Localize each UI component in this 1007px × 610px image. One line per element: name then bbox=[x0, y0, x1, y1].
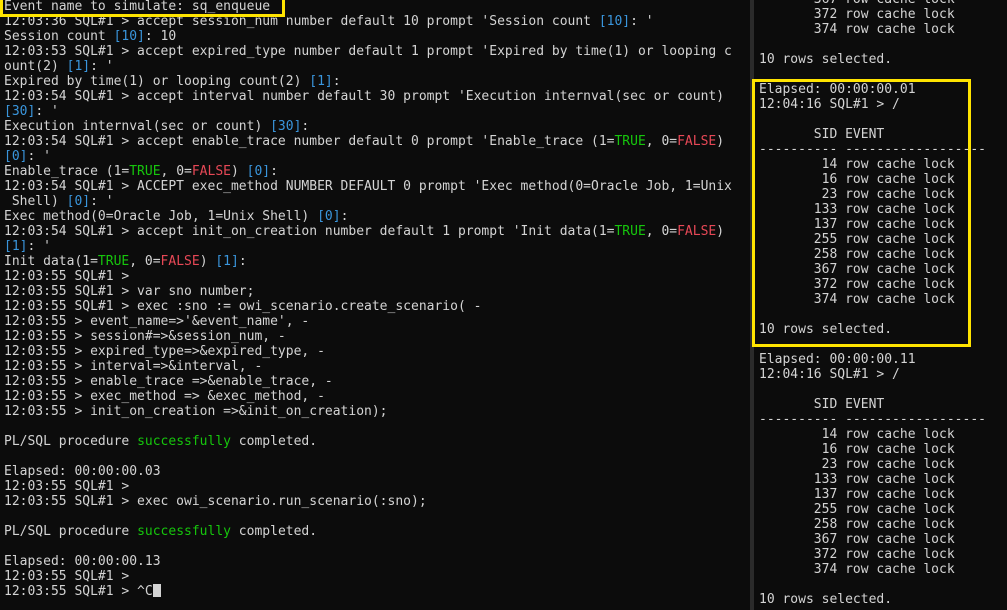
terminal-line: 12:03:54 SQL#1 > accept interval number … bbox=[4, 89, 725, 104]
terminal-line: 372 row cache lock bbox=[759, 277, 955, 292]
terminal-line: Shell) [0]: ' bbox=[4, 194, 114, 209]
terminal-line: ount(2) [1]: ' bbox=[4, 59, 114, 74]
terminal-line: 12:03:55 SQL#1 > bbox=[4, 269, 130, 284]
terminal-line: 12:03:53 SQL#1 > accept expired_type num… bbox=[4, 44, 732, 59]
terminal-line: 137 row cache lock bbox=[759, 217, 955, 232]
terminal-line: 255 row cache lock bbox=[759, 502, 955, 517]
terminal-line: 14 row cache lock bbox=[759, 427, 955, 442]
terminal-line: 258 row cache lock bbox=[759, 247, 955, 262]
terminal-line: 12:03:55 SQL#1 > var sno number; bbox=[4, 284, 255, 299]
terminal-line: 374 row cache lock bbox=[759, 562, 955, 577]
terminal-line: 12:03:55 SQL#1 > ^C bbox=[4, 584, 161, 599]
terminal-line: Event name to simulate: sq_enqueue bbox=[4, 0, 271, 14]
left-terminal-pane[interactable]: Event name to simulate: sq_enqueue 12:03:… bbox=[0, 0, 750, 610]
terminal-line: 367 row cache lock bbox=[759, 0, 955, 7]
terminal-line: 12:03:55 > session#=>&session_num, - bbox=[4, 329, 286, 344]
terminal-line: 23 row cache lock bbox=[759, 187, 955, 202]
terminal-line: SID EVENT bbox=[759, 127, 885, 142]
terminal-line: 16 row cache lock bbox=[759, 172, 955, 187]
text-cursor bbox=[152, 584, 161, 597]
terminal-line: Init data(1=TRUE, 0=FALSE) [1]: bbox=[4, 254, 247, 269]
terminal-line: Expired by time(1) or looping count(2) [… bbox=[4, 74, 341, 89]
terminal-line: Session count [10]: 10 bbox=[4, 29, 177, 44]
terminal-line: [0]: ' bbox=[4, 149, 51, 164]
terminal-line: Exec method(0=Oracle Job, 1=Unix Shell) … bbox=[4, 209, 349, 224]
terminal-line: ---------- ------------------ bbox=[759, 412, 986, 427]
terminal-line: Elapsed: 00:00:00.03 bbox=[4, 464, 161, 479]
terminal-line: Execution internval(sec or count) [30]: bbox=[4, 119, 310, 134]
terminal-line: 12:04:16 SQL#1 > / bbox=[759, 97, 900, 112]
terminal-line: 14 row cache lock bbox=[759, 157, 955, 172]
terminal-line: 10 rows selected. bbox=[759, 52, 893, 67]
terminal-line: 367 row cache lock bbox=[759, 532, 955, 547]
terminal-line: 16 row cache lock bbox=[759, 442, 955, 457]
terminal-line: Elapsed: 00:00:00.13 bbox=[4, 554, 161, 569]
terminal-line: 258 row cache lock bbox=[759, 517, 955, 532]
terminal-line: 12:03:55 SQL#1 > bbox=[4, 569, 130, 584]
terminal-line: 374 row cache lock bbox=[759, 292, 955, 307]
terminal-line: Elapsed: 00:00:00.01 bbox=[759, 82, 916, 97]
terminal-line: 12:03:55 > interval=>&interval, - bbox=[4, 359, 263, 374]
right-terminal-pane[interactable]: 367 row cache lock 372 row cache lock 37… bbox=[754, 0, 1007, 610]
terminal-line: 255 row cache lock bbox=[759, 232, 955, 247]
terminal-line: 137 row cache lock bbox=[759, 487, 955, 502]
terminal-line: 12:04:16 SQL#1 > / bbox=[759, 367, 900, 382]
terminal-line: 367 row cache lock bbox=[759, 262, 955, 277]
terminal-line: 12:03:55 > expired_type=>&expired_type, … bbox=[4, 344, 325, 359]
terminal-line: 372 row cache lock bbox=[759, 547, 955, 562]
terminal-line: Elapsed: 00:00:00.11 bbox=[759, 352, 916, 367]
terminal-line: 12:03:54 SQL#1 > accept enable_trace num… bbox=[4, 134, 725, 149]
terminal-line: 133 row cache lock bbox=[759, 472, 955, 487]
terminal-line: 12:03:55 > enable_trace =>&enable_trace,… bbox=[4, 374, 333, 389]
terminal-line: [1]: ' bbox=[4, 239, 51, 254]
terminal-line: 12:03:55 SQL#1 > exec :sno := owi_scenar… bbox=[4, 299, 482, 314]
terminal-line: 12:03:54 SQL#1 > ACCEPT exec_method NUMB… bbox=[4, 179, 732, 194]
terminal-line: SID EVENT bbox=[759, 397, 885, 412]
terminal-line: 12:03:55 SQL#1 > exec owi_scenario.run_s… bbox=[4, 494, 427, 509]
terminal-line: PL/SQL procedure successfully completed. bbox=[4, 434, 318, 449]
terminal-line: Enable_trace (1=TRUE, 0=FALSE) [0]: bbox=[4, 164, 278, 179]
terminal-line: 10 rows selected. bbox=[759, 322, 893, 337]
terminal-line: 12:03:54 SQL#1 > accept init_on_creation… bbox=[4, 224, 725, 239]
terminal-line: 12:03:55 > event_name=>'&event_name', - bbox=[4, 314, 310, 329]
terminal-line: 12:03:55 > init_on_creation =>&init_on_c… bbox=[4, 404, 388, 419]
terminal-line: 372 row cache lock bbox=[759, 7, 955, 22]
terminal-line: 10 rows selected. bbox=[759, 592, 893, 607]
terminal-line: 23 row cache lock bbox=[759, 457, 955, 472]
terminal-line: 374 row cache lock bbox=[759, 22, 955, 37]
terminal-line: 133 row cache lock bbox=[759, 202, 955, 217]
terminal-line: [30]: ' bbox=[4, 104, 59, 119]
terminal-line: PL/SQL procedure successfully completed. bbox=[4, 524, 318, 539]
terminal-line: 12:03:36 SQL#1 > accept session_num numb… bbox=[4, 14, 654, 29]
terminal-line: 12:03:55 > exec_method => &exec_method, … bbox=[4, 389, 325, 404]
terminal-line: ---------- ------------------ bbox=[759, 142, 986, 157]
terminal-line: 12:03:55 SQL#1 > bbox=[4, 479, 130, 494]
